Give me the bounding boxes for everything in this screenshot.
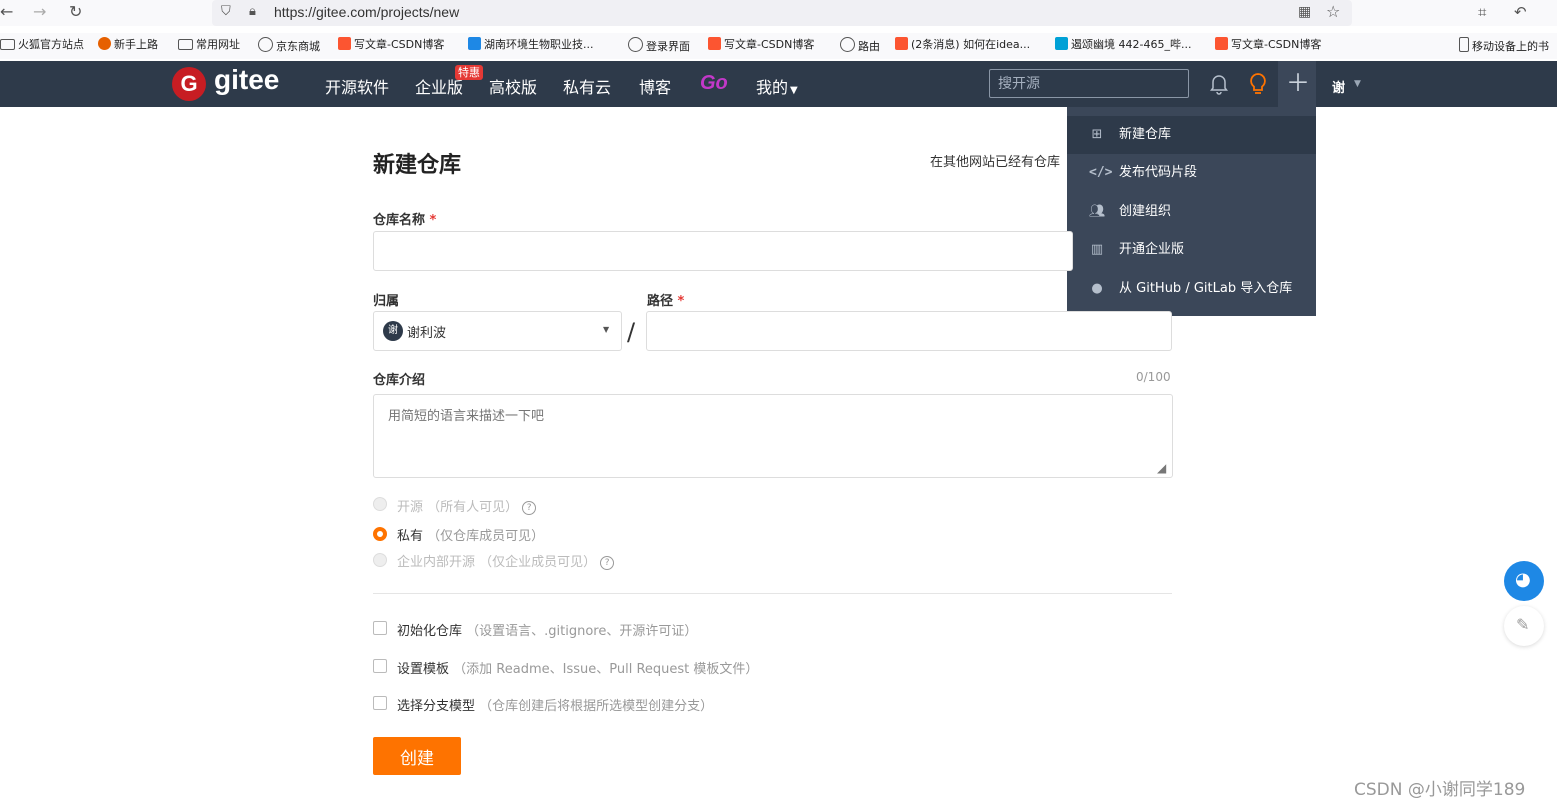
repo-name-label: 仓库名称 * [373,213,437,228]
shield-icon[interactable]: ⛉ [221,4,231,19]
building-icon: ▥ [1090,242,1104,257]
github-icon: ● [1091,281,1103,296]
checkbox-init-repo[interactable] [373,621,387,635]
intro-label: 仓库介绍 [373,373,426,388]
owner-value: 谢利波 [407,326,447,341]
nav-private-cloud[interactable]: 私有云 [563,74,611,98]
code-icon: </> [1089,165,1113,180]
bookmark-item[interactable]: 写文章-CSDN博客 [338,37,444,53]
resize-handle-icon[interactable]: ◢ [1157,461,1166,475]
bookmark-item[interactable]: 京东商城 [258,37,320,55]
nav-mine[interactable]: 我的 ▼ [756,74,798,98]
bookmark-item[interactable]: 路由 [840,37,880,55]
url-text[interactable]: https://gitee.com/projects/new [274,4,459,20]
repo-name-input[interactable] [373,231,1073,271]
bookmark-item[interactable]: 写文章-CSDN博客 [708,37,814,53]
assistant-float-button[interactable]: ◕ [1504,561,1544,601]
plus-icon: ＋ [1286,69,1310,97]
import-hint[interactable]: 在其他网站已经有仓库 [930,151,1067,170]
option-init-repo: 初始化仓库 （设置语言、.gitignore、开源许可证） [397,624,698,639]
create-button[interactable]: 创建 [373,737,461,775]
intro-char-count: 0/100 [1136,370,1171,384]
undo-icon[interactable]: ↶ [1514,3,1527,21]
bookmark-item[interactable]: 写文章-CSDN博客 [1215,37,1321,53]
checkbox-branch-model[interactable] [373,696,387,710]
logo-letter: G [180,71,198,96]
nav-open-source[interactable]: 开源软件 [325,74,389,98]
radio-open-source[interactable] [373,497,387,511]
bookmark-item[interactable]: 遏颂幽境 442-465_哔... [1055,37,1191,53]
phone-icon [1459,37,1469,52]
users-icon: 👥︎ [1089,204,1106,219]
bookmark-item[interactable]: 新手上路 [98,37,158,53]
feedback-float-button[interactable]: ✎ [1504,606,1544,646]
promo-badge: 特惠 [455,65,483,80]
bookmark-star-icon[interactable]: ☆ [1326,2,1340,21]
checkbox-template[interactable] [373,659,387,673]
bilibili-icon [1055,37,1068,50]
dd-create-org[interactable]: 👥︎ 创建组织 [1067,193,1316,231]
back-icon[interactable]: ← [0,3,13,21]
dd-publish-snippet[interactable]: </> 发布代码片段 [1067,154,1316,192]
csdn-icon [1215,37,1228,50]
page-title: 新建仓库 [373,153,462,178]
logo-text[interactable]: gitee [214,64,279,96]
firefox-icon [98,37,111,50]
forward-icon[interactable]: → [33,3,46,21]
globe-icon [840,37,855,52]
intro-textarea[interactable] [373,394,1173,478]
globe-icon [628,37,643,52]
watermark: CSDN @小谢同学189 [1354,780,1526,800]
radio-private[interactable] [373,527,387,541]
visibility-private: 私有 （仅仓库成员可见） [397,529,545,544]
bookmark-item[interactable]: (2条消息) 如何在idea... [895,37,1030,53]
reload-icon[interactable]: ↻ [69,3,82,21]
go-logo[interactable]: Go [700,72,728,95]
folder-icon [178,39,193,50]
divider [373,593,1172,594]
caret-down-icon: ▼ [790,85,798,96]
crop-icon[interactable]: ⌗ [1478,3,1486,21]
owner-label: 归属 [373,294,400,309]
csdn-icon [708,37,721,50]
select-caret-icon: ▼ [603,325,610,334]
globe-icon [258,37,273,52]
plus-square-icon: ⊞ [1091,127,1103,142]
assistant-icon: ◕ [1515,569,1531,590]
option-template: 设置模板 （添加 Readme、Issue、Pull Request 模板文件） [397,662,759,677]
school-icon [468,37,481,50]
option-branch-model: 选择分支模型 （仓库创建后将根据所选模型创建分支） [397,699,714,714]
bookmark-item[interactable]: 火狐官方站点 [0,37,84,53]
help-icon[interactable]: ? [522,501,537,515]
dd-import-repo[interactable]: ● 从 GitHub / GitLab 导入仓库 [1067,270,1316,308]
lightbulb-icon[interactable] [1248,72,1268,96]
visibility-enterprise-internal: 企业内部开源 （仅企业成员可见）? [397,551,615,570]
bookmark-item[interactable]: 登录界面 [628,37,690,55]
mobile-bookmarks[interactable]: 移动设备上的书 [1459,37,1549,55]
csdn-icon [895,37,908,50]
dd-new-repo[interactable]: ⊞ 新建仓库 [1067,116,1316,154]
user-avatar[interactable]: 谢 [1332,77,1345,96]
path-input[interactable] [646,311,1172,351]
radio-enterprise-internal[interactable] [373,553,387,567]
bookmark-item[interactable]: 湖南环境生物职业技... [468,37,594,53]
path-label: 路径 * [647,294,685,309]
lock-icon[interactable]: 🔒︎ [249,4,256,19]
path-slash: / [627,318,636,346]
search-input[interactable] [989,69,1189,98]
edit-icon: ✎ [1516,615,1530,634]
visibility-open-source: 开源 （所有人可见）? [397,496,537,515]
nav-university[interactable]: 高校版 [489,74,537,98]
avatar-caret-icon[interactable]: ▼ [1354,79,1361,89]
help-icon[interactable]: ? [600,556,615,570]
qr-code-icon[interactable]: ▦ [1298,4,1311,20]
nav-blog[interactable]: 博客 [639,74,671,98]
csdn-icon [338,37,351,50]
bookmark-item[interactable]: 常用网址 [178,37,240,53]
dd-enterprise[interactable]: ▥ 开通企业版 [1067,231,1316,269]
owner-avatar: 谢 [383,321,403,341]
bell-icon[interactable] [1209,73,1229,95]
folder-icon [0,39,15,50]
